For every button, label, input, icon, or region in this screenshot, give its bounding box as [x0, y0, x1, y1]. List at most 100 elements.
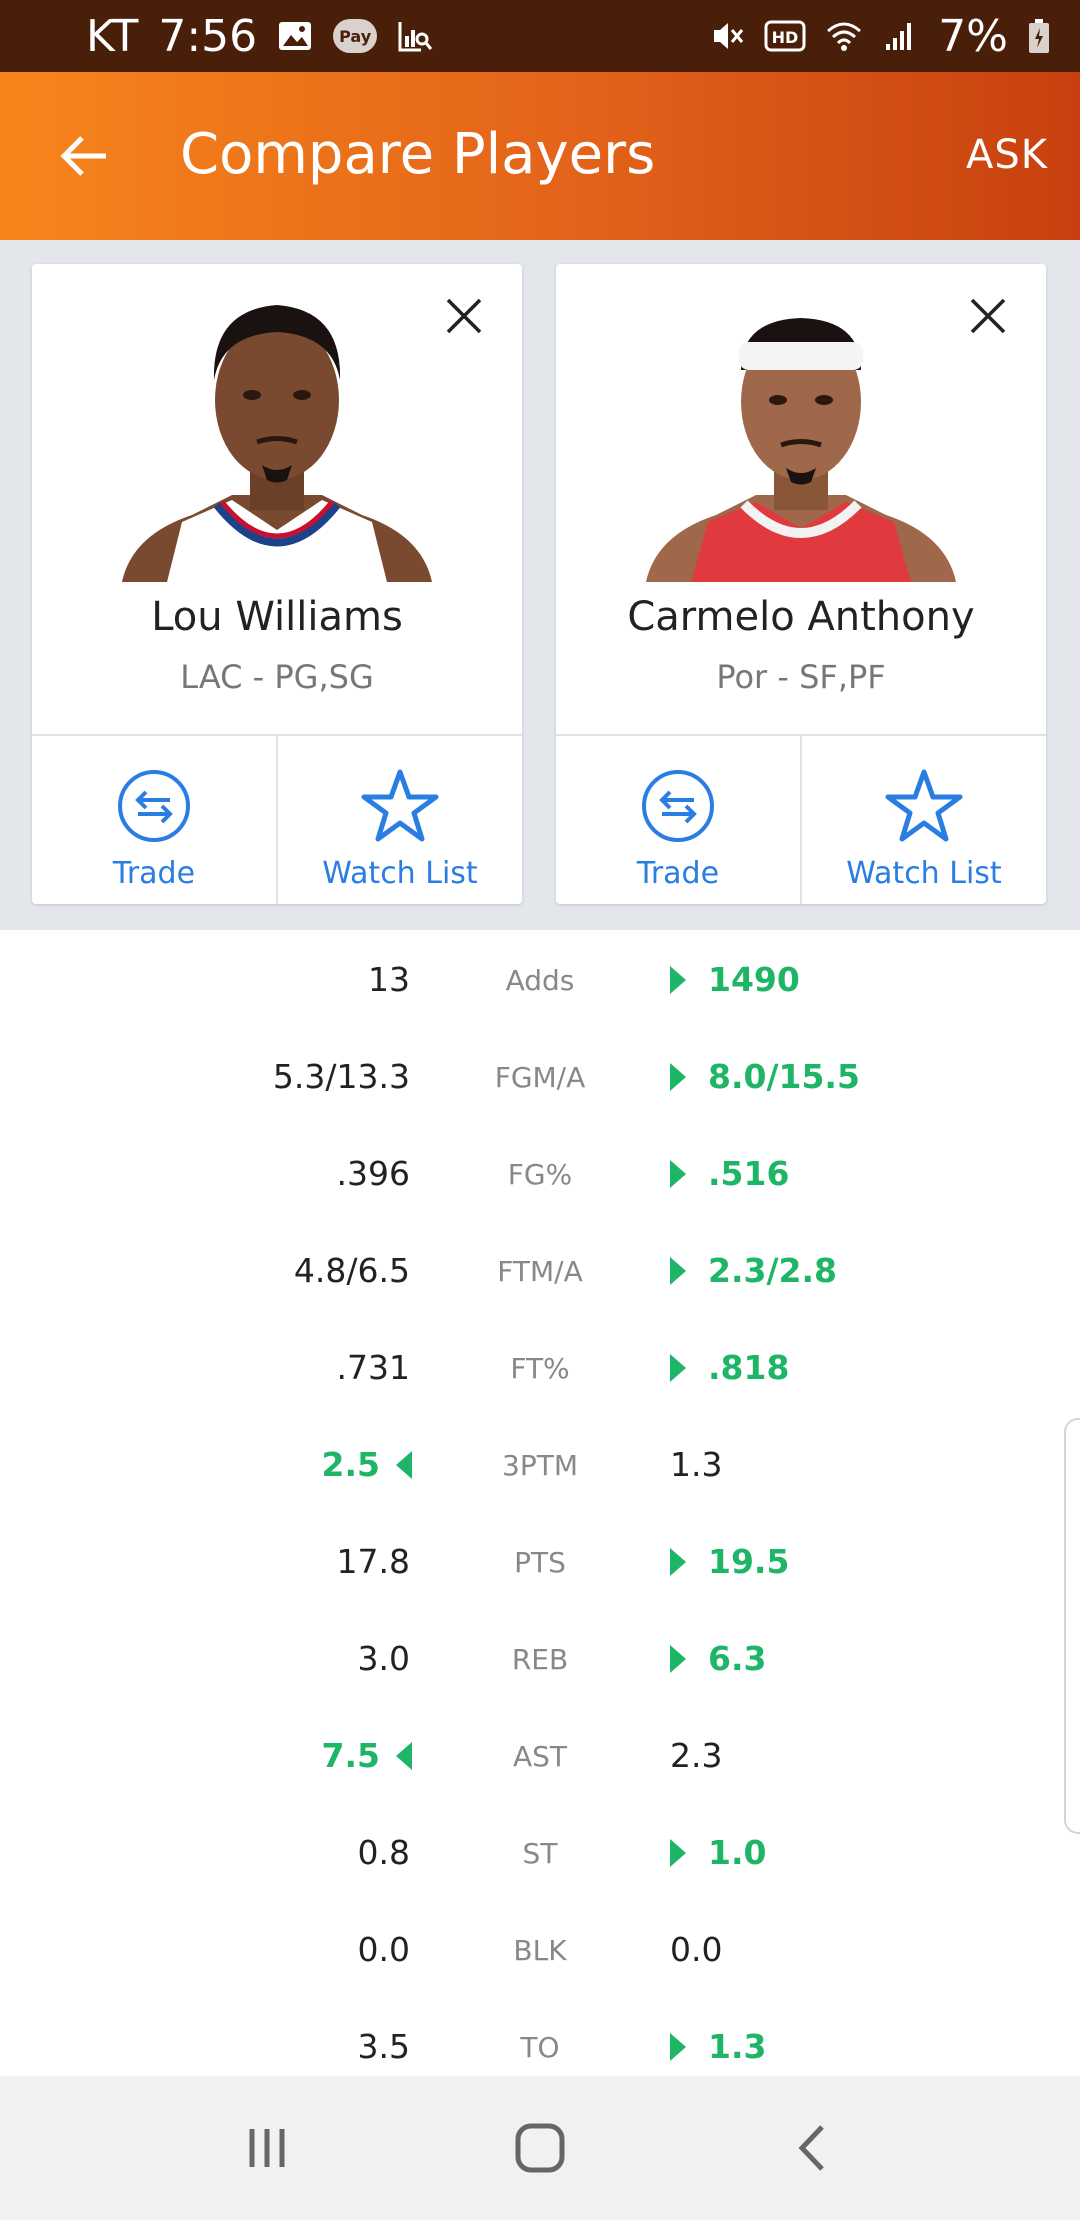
stat-label: AST — [512, 1740, 568, 1773]
triangle-right-icon — [670, 1839, 686, 1867]
triangle-right-icon — [670, 1354, 686, 1382]
player-2-stat-value: 2.3 — [670, 1736, 723, 1775]
image-icon — [279, 22, 312, 50]
player-1-stat-value: 0.0 — [357, 1930, 410, 1969]
recent-apps-icon — [249, 2129, 285, 2167]
hd-icon: HD — [764, 20, 806, 52]
battery-percent: 7% — [938, 10, 1008, 62]
back-button[interactable] — [52, 124, 116, 188]
player-1-stat-value: 0.8 — [357, 1833, 410, 1872]
back-nav-button[interactable] — [773, 2108, 853, 2188]
watch-list-label: Watch List — [846, 856, 1002, 891]
player-1-stat-value: 3.5 — [357, 2027, 410, 2066]
stat-row: 13 Adds 1490 — [0, 930, 1080, 1027]
player-2-stat-value: .818 — [708, 1348, 790, 1387]
watch-list-button[interactable]: Watch List — [800, 736, 1046, 904]
star-icon — [885, 769, 963, 842]
player-1-stat-value: 3.0 — [357, 1639, 410, 1678]
stat-row: 2.5 3PTM 1.3 — [0, 1415, 1080, 1512]
status-bar: KT 7:56 Pay HD 7% — [0, 0, 1080, 72]
trade-icon — [118, 770, 190, 842]
svg-text:HD: HD — [772, 28, 799, 47]
recent-apps-button[interactable] — [227, 2108, 307, 2188]
triangle-right-icon — [670, 1257, 686, 1285]
app-bar: Compare Players ASK — [0, 72, 1080, 240]
carrier-label: KT — [86, 10, 139, 62]
player-1-stat-value: 13 — [368, 960, 410, 999]
player-1-stat-value: 4.8/6.5 — [293, 1251, 410, 1290]
player-2-stat-value: 8.0/15.5 — [708, 1057, 860, 1096]
player-1-stat-value: 5.3/13.3 — [272, 1057, 410, 1096]
player-2-stat-value: 2.3/2.8 — [708, 1251, 837, 1290]
trade-label: Trade — [112, 856, 196, 891]
home-button[interactable] — [500, 2108, 580, 2188]
player-2-stat-value: 1.3 — [670, 1445, 723, 1484]
clock: 7:56 — [158, 10, 258, 62]
triangle-right-icon — [670, 1645, 686, 1673]
stat-row: 0.8 ST 1.0 — [0, 1803, 1080, 1900]
stat-row: 5.3/13.3 FGM/A 8.0/15.5 — [0, 1027, 1080, 1124]
triangle-right-icon — [670, 966, 686, 994]
trade-button[interactable]: Trade — [556, 736, 800, 904]
player-2-stat-value: 1.3 — [708, 2027, 767, 2066]
stat-row: 7.5 AST 2.3 — [0, 1706, 1080, 1803]
triangle-right-icon — [670, 2033, 686, 2061]
player-name: Carmelo Anthony — [627, 594, 975, 640]
close-icon[interactable] — [442, 294, 486, 338]
arrow-left-icon — [60, 136, 106, 176]
player-2-stat-value: 1.0 — [708, 1833, 767, 1872]
watch-list-label: Watch List — [322, 856, 478, 891]
mute-icon — [714, 23, 744, 49]
trade-label: Trade — [636, 856, 720, 891]
stat-label: TO — [520, 2031, 560, 2064]
stat-label: FGM/A — [494, 1061, 586, 1094]
player-2-stat-value: 1490 — [708, 960, 800, 999]
player-2-stat-value: .516 — [708, 1154, 790, 1193]
triangle-right-icon — [670, 1160, 686, 1188]
side-drawer-handle[interactable] — [1064, 1418, 1080, 1834]
stat-label: 3PTM — [502, 1449, 578, 1482]
ask-button[interactable]: ASK — [966, 132, 1048, 178]
pay-icon: Pay — [333, 19, 378, 53]
stat-label: BLK — [513, 1934, 567, 1967]
stat-label: Adds — [505, 964, 575, 997]
triangle-right-icon — [670, 1548, 686, 1576]
stat-row: 3.0 REB 6.3 — [0, 1609, 1080, 1706]
player-1-stat-value: .396 — [336, 1154, 410, 1193]
player-photo — [646, 318, 956, 582]
stat-label: REB — [511, 1643, 569, 1676]
player-1-stat-value: 17.8 — [336, 1542, 410, 1581]
player-2-stat-value: 6.3 — [708, 1639, 767, 1678]
player-name: Lou Williams — [151, 594, 403, 640]
home-icon — [515, 2123, 565, 2173]
player-team-position: Por - SF,PF — [716, 658, 886, 696]
close-icon[interactable] — [966, 294, 1010, 338]
trade-button[interactable]: Trade — [32, 736, 276, 904]
system-nav-bar — [0, 2076, 1080, 2220]
player-team-position: LAC - PG,SG — [180, 658, 374, 696]
stat-label: PTS — [514, 1546, 566, 1579]
stat-row: 0.0 BLK 0.0 — [0, 1900, 1080, 1997]
battery-icon — [1029, 19, 1049, 53]
player-1-stat-value: 7.5 — [321, 1736, 380, 1775]
stat-row: 17.8 PTS 19.5 — [0, 1512, 1080, 1609]
triangle-right-icon — [670, 1063, 686, 1091]
chart-search-icon — [398, 22, 433, 52]
triangle-left-icon — [396, 1451, 412, 1479]
stat-label: ST — [522, 1837, 558, 1870]
stat-row: .396 FG% .516 — [0, 1124, 1080, 1221]
player-1-stat-value: .731 — [336, 1348, 410, 1387]
star-icon — [361, 769, 439, 842]
stat-label: FTM/A — [497, 1255, 583, 1288]
watch-list-button[interactable]: Watch List — [276, 736, 522, 904]
page-title: Compare Players — [180, 122, 656, 187]
stat-row: .731 FT% .818 — [0, 1318, 1080, 1415]
player-2-stat-value: 19.5 — [708, 1542, 790, 1581]
player-photo — [122, 305, 432, 582]
stat-label: FG% — [507, 1158, 573, 1191]
player-card-1: Lou Williams LAC - PG,SG Trade Watch Lis… — [32, 264, 522, 904]
trade-icon — [642, 770, 714, 842]
triangle-left-icon — [396, 1742, 412, 1770]
stat-row: 4.8/6.5 FTM/A 2.3/2.8 — [0, 1221, 1080, 1318]
player-2-stat-value: 0.0 — [670, 1930, 723, 1969]
